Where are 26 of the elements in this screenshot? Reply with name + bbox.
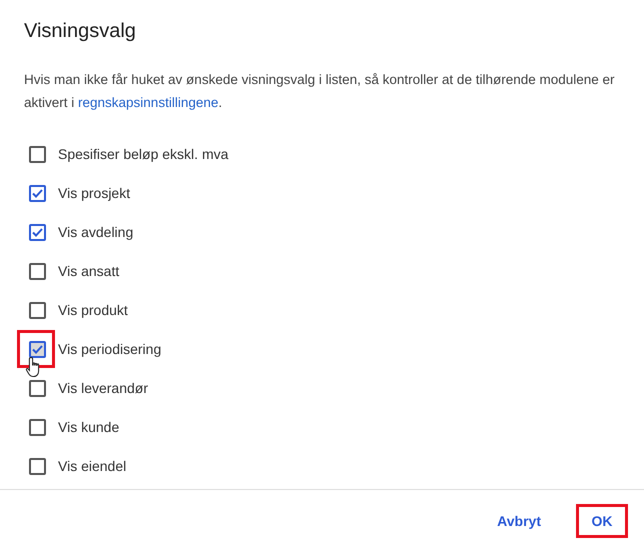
dialog-button[interactable]: Avbryt bbox=[484, 504, 554, 538]
checkmark-icon bbox=[32, 345, 42, 354]
option-label: Vis produkt bbox=[58, 301, 128, 320]
dialog-button[interactable]: OK bbox=[576, 504, 628, 538]
checkbox[interactable] bbox=[28, 419, 46, 436]
checkbox[interactable] bbox=[28, 302, 46, 319]
checkbox[interactable] bbox=[28, 458, 46, 475]
option-label: Spesifiser beløp ekskl. mva bbox=[58, 145, 228, 164]
checkbox[interactable] bbox=[28, 146, 46, 163]
checkbox[interactable] bbox=[28, 224, 46, 241]
option-label: Vis leverandør bbox=[58, 379, 148, 398]
option-label: Vis avdeling bbox=[58, 223, 134, 242]
checkbox[interactable] bbox=[28, 341, 46, 358]
option-label: Vis kunde bbox=[58, 418, 120, 437]
option-label: Vis periodisering bbox=[58, 340, 162, 359]
dialog-title: Visningsvalg bbox=[23, 19, 137, 44]
description-text: Hvis man ikke får huket av ønskede visningsvalg i listen, så kontroller at de tilhørende modulene er aktivert i regnskapsinnstillingene. bbox=[23, 71, 616, 112]
checkmark-icon bbox=[32, 189, 42, 198]
checkmark-icon bbox=[32, 228, 42, 237]
checkbox[interactable] bbox=[28, 263, 46, 280]
option-label: Vis ansatt bbox=[58, 262, 120, 281]
settings-link[interactable]: regnskapsinnstillingene bbox=[78, 95, 218, 110]
checkbox[interactable] bbox=[28, 380, 46, 397]
option-label: Vis eiendel bbox=[58, 457, 126, 476]
option-label: Vis prosjekt bbox=[58, 184, 130, 203]
checkbox[interactable] bbox=[28, 185, 46, 202]
